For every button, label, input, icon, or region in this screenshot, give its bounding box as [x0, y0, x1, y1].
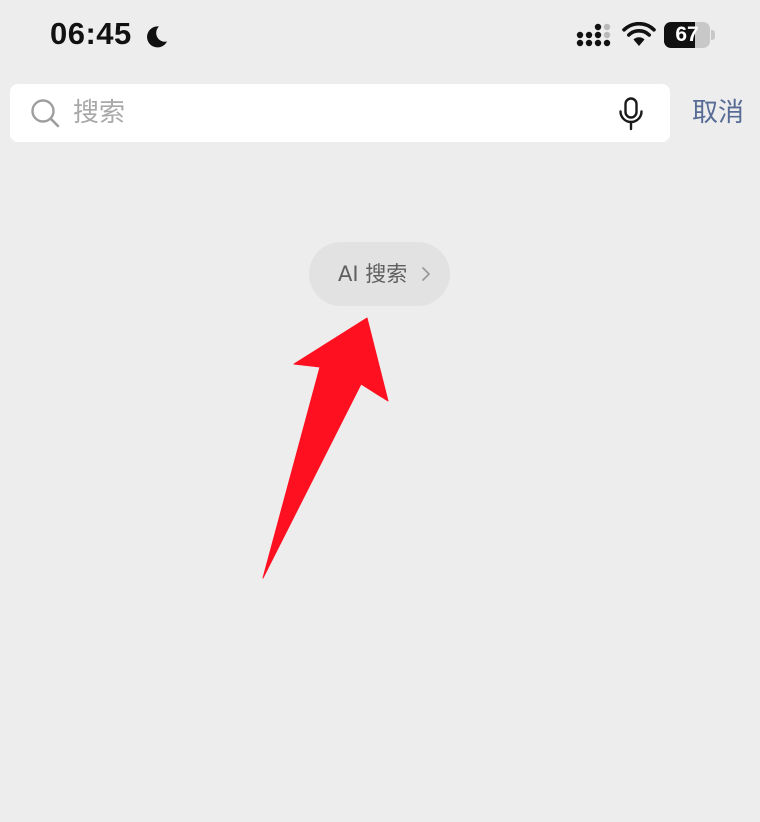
status-time: 06:45	[50, 16, 132, 51]
ai-search-button[interactable]: AI 搜索	[309, 242, 450, 306]
signal-icon	[576, 23, 611, 47]
battery-cap	[711, 30, 715, 40]
chevron-right-icon	[422, 267, 430, 281]
search-icon	[31, 99, 60, 128]
battery-icon: 67	[664, 22, 716, 48]
ai-search-label: AI 搜索	[338, 262, 408, 286]
moon-icon	[147, 26, 167, 48]
mic-icon[interactable]	[618, 97, 644, 131]
search-input[interactable]: 搜索	[10, 84, 670, 142]
wifi-icon	[622, 22, 656, 46]
battery-level-text: 67	[675, 23, 699, 46]
cancel-button[interactable]: 取消	[692, 84, 744, 142]
search-placeholder: 搜索	[73, 98, 126, 128]
status-bar: 06:45 67	[0, 0, 760, 74]
battery-body: 67	[664, 22, 710, 48]
